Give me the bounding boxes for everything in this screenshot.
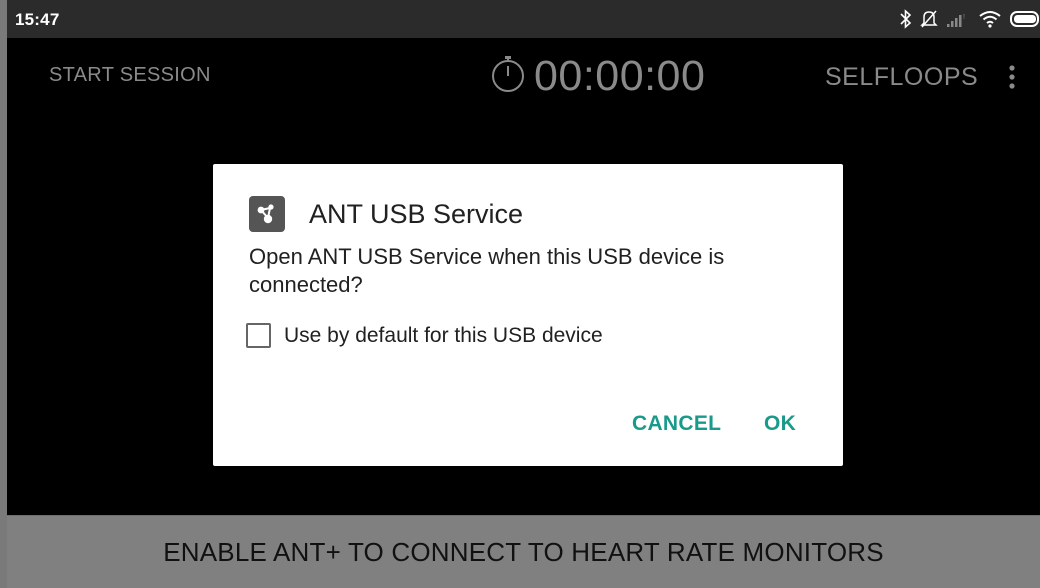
status-icons: ! (900, 8, 1040, 30)
usb-permission-dialog: ANT USB Service Open ANT USB Service whe… (213, 164, 843, 466)
bluetooth-icon (900, 9, 912, 29)
signal-icon: ! (946, 10, 970, 28)
default-checkbox-label: Use by default for this USB device (284, 323, 603, 347)
wifi-icon (978, 9, 1002, 29)
mute-icon (920, 9, 938, 29)
enable-ant-banner[interactable]: ENABLE ANT+ TO CONNECT TO HEART RATE MON… (7, 515, 1040, 588)
default-checkbox-row[interactable]: Use by default for this USB device (246, 323, 603, 348)
ant-usb-app-icon (249, 196, 285, 232)
banner-text: ENABLE ANT+ TO CONNECT TO HEART RATE MON… (163, 537, 884, 567)
cancel-button[interactable]: CANCEL (632, 412, 721, 436)
selfloops-button[interactable]: SELFLOOPS (825, 63, 978, 92)
app-screen: 15:47 ! START SESSION 00:00:00 SELFLOOPS… (7, 0, 1040, 588)
app-toolbar: START SESSION 00:00:00 SELFLOOPS (7, 38, 1040, 113)
overflow-menu-icon[interactable] (1005, 64, 1019, 97)
status-bar: 15:47 ! (7, 0, 1040, 38)
dialog-message: Open ANT USB Service when this USB devic… (249, 244, 725, 297)
battery-icon (1010, 9, 1040, 29)
dialog-title: ANT USB Service (309, 198, 524, 229)
dialog-header: ANT USB Service (249, 196, 523, 232)
stopwatch-icon (490, 55, 526, 98)
session-timer: 00:00:00 (490, 52, 705, 101)
start-session-button[interactable]: START SESSION (49, 64, 211, 87)
default-checkbox[interactable] (246, 323, 271, 348)
ok-button[interactable]: OK (764, 412, 796, 436)
status-time: 15:47 (15, 10, 60, 29)
timer-value: 00:00:00 (534, 52, 706, 100)
svg-text:!: ! (963, 14, 965, 21)
